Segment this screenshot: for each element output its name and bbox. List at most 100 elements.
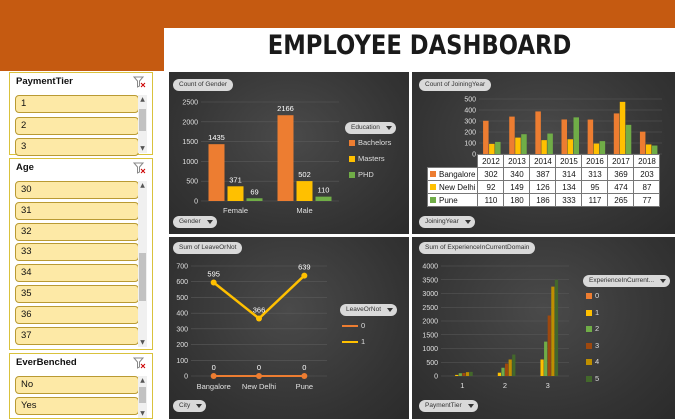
slicer-item-payment-tier-1[interactable]: 1 [15, 95, 139, 113]
bar-bangalore [509, 116, 515, 154]
bar-experience-1 [497, 372, 501, 376]
legend-filter-pill[interactable]: LeaveOrNot [340, 304, 398, 316]
slicer-scrollbar[interactable]: ▲ ▼ [138, 376, 147, 418]
slicer-item-age-34[interactable]: 34 [15, 264, 139, 283]
slicer-scrollbar[interactable]: ▲ ▼ [138, 95, 147, 153]
scroll-up-icon[interactable]: ▲ [138, 181, 147, 190]
clear-filter-icon[interactable] [133, 76, 146, 88]
x-category-label: New Delhi [242, 382, 277, 391]
y-tick-label: 2500 [422, 305, 438, 312]
dropdown-arrow-icon [385, 126, 392, 130]
bar-masters [296, 181, 313, 201]
legend-swatch [586, 359, 592, 366]
y-tick-label: 100 [176, 358, 188, 365]
table-corner [428, 155, 478, 168]
clear-filter-icon[interactable] [133, 162, 146, 174]
x-category-label: 2 [503, 381, 507, 390]
y-tick-label: 2000 [182, 119, 198, 126]
legend-filter-pill[interactable]: Education [345, 122, 396, 134]
dropdown-arrow-icon [387, 308, 394, 312]
slicer-header: PaymentTier [16, 76, 73, 87]
axis-filter-pill[interactable]: PaymentTier [419, 400, 478, 412]
joining-year-chart-panel: Count of JoiningYear 0 100 200 300 400 500 20… [412, 72, 675, 234]
legend-item: PHD [349, 170, 374, 179]
scroll-down-icon[interactable]: ▼ [138, 409, 147, 418]
slicer-item-payment-tier-2[interactable]: 2 [15, 116, 139, 135]
legend-label: 0 [595, 291, 600, 300]
data-label: 371 [229, 175, 242, 184]
table-cell: 134 [555, 180, 583, 194]
legend-label: 1 [361, 337, 366, 346]
legend-swatch [586, 293, 592, 300]
table-cell: 186 [529, 193, 557, 207]
table-cell: 126 [529, 180, 557, 194]
y-tick-label: 3500 [422, 277, 438, 284]
scroll-down-icon[interactable]: ▼ [138, 144, 147, 153]
y-tick-label: 500 [464, 97, 476, 104]
slicer-item-age-37[interactable]: 37 [15, 326, 139, 345]
y-tick-label: 3000 [422, 291, 438, 298]
bar-masters [227, 186, 244, 201]
slicer-item-ever-benched-yes[interactable]: Yes [15, 397, 139, 415]
y-tick-label: 100 [464, 141, 476, 148]
bar-new-delhi [541, 140, 547, 154]
y-tick-label: 2000 [422, 319, 438, 326]
bar-pune [521, 134, 527, 154]
data-label: 110 [318, 186, 330, 195]
legend-filter-pill[interactable]: ExperienceInCurrent... [583, 275, 671, 287]
axis-filter-pill[interactable]: JoiningYear [419, 216, 475, 228]
bar-experience-5 [469, 371, 473, 376]
slicer-item-age-33[interactable]: 33 [15, 243, 139, 262]
table-header-cell: 2016 [581, 154, 609, 168]
x-category-label: Bangalore [197, 382, 231, 391]
table-cell: 87 [633, 180, 661, 194]
scroll-up-icon[interactable]: ▲ [138, 376, 147, 385]
scroll-up-icon[interactable]: ▲ [138, 95, 147, 104]
data-label: 0 [302, 363, 306, 372]
legend-swatch [586, 309, 592, 316]
bar-experience-5 [512, 354, 516, 376]
scroll-thumb[interactable] [139, 387, 146, 403]
table-header-cell: 2014 [529, 154, 557, 168]
legend-label: PHD [358, 170, 374, 179]
data-label: 1435 [208, 133, 225, 142]
x-category-label: 3 [546, 381, 550, 390]
legend-swatch [430, 171, 436, 178]
legend-label: Bachelors [358, 138, 392, 147]
slicer-item-age-36[interactable]: 36 [15, 305, 139, 324]
slicer-item-age-31[interactable]: 31 [15, 201, 139, 220]
table-header-cell: 2012 [477, 154, 505, 168]
y-tick-label: 500 [176, 295, 188, 302]
scroll-thumb[interactable] [139, 253, 146, 301]
axis-filter-pill[interactable]: Gender [173, 216, 217, 228]
x-category-label: Pune [296, 382, 314, 391]
slicer-scrollbar[interactable]: ▲ ▼ [138, 181, 147, 347]
scroll-thumb[interactable] [139, 109, 146, 131]
legend-swatch [586, 326, 592, 333]
table-cell: 180 [503, 193, 531, 207]
y-tick-label: 1000 [182, 159, 198, 166]
slicer-item-age-35[interactable]: 35 [15, 285, 139, 303]
axis-filter-pill[interactable]: City [173, 400, 207, 412]
slicer-item-ever-benched-no[interactable]: No [15, 376, 139, 394]
line-point [256, 315, 262, 322]
y-tick-label: 500 [186, 179, 198, 186]
clear-filter-icon[interactable] [133, 357, 146, 369]
data-label: 69 [250, 187, 258, 196]
slicer-header: EverBenched [16, 357, 77, 368]
bar-pune [573, 117, 579, 154]
table-cell: 265 [607, 193, 635, 207]
experience-chart-panel: Sum of ExperienceInCurrentDomain 0 500 100… [412, 237, 675, 419]
scroll-down-icon[interactable]: ▼ [138, 338, 147, 347]
slicer-item-age-32[interactable]: 32 [15, 222, 139, 241]
y-tick-label: 200 [464, 130, 476, 137]
slicer-item-age-30[interactable]: 30 [15, 181, 139, 199]
legend-swatch [342, 325, 358, 328]
line-point [210, 373, 217, 379]
slicer-item-payment-tier-3[interactable]: 3 [15, 138, 139, 156]
legend-title: LeaveOrNot [346, 306, 382, 313]
x-category-label: Female [223, 206, 248, 215]
series-name: New Delhi [439, 182, 476, 192]
bar-bachelors [208, 144, 225, 201]
legend-swatch [349, 172, 355, 179]
